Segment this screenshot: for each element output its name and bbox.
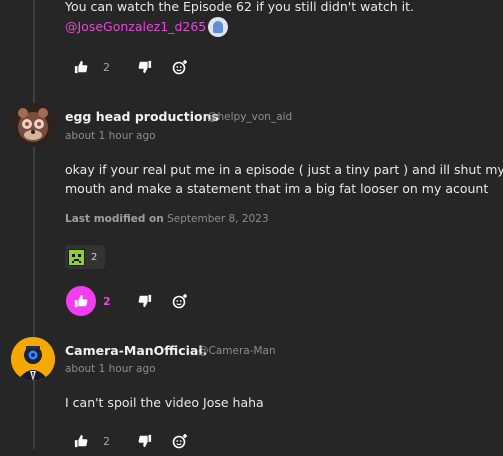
add-emoji-icon <box>172 60 187 75</box>
avatar[interactable] <box>11 103 55 147</box>
upvote-count: 2 <box>103 435 110 448</box>
comment-handle[interactable]: @helpy_von_aid <box>207 111 292 123</box>
user-mention[interactable]: @JoseGonzalez1_d265 <box>65 19 206 34</box>
thread-line <box>33 0 35 449</box>
comment-timestamp: about 1 hour ago <box>65 130 156 142</box>
ghost-emoji-icon <box>208 17 228 37</box>
upvote-button[interactable] <box>66 52 96 82</box>
thumbs-down-icon <box>138 434 152 448</box>
add-reaction-button[interactable] <box>165 52 195 82</box>
comment-author[interactable]: Camera-ManOfficial. <box>65 343 207 358</box>
downvote-button[interactable] <box>130 286 160 316</box>
thumbs-up-icon <box>74 60 88 74</box>
upvote-button[interactable] <box>66 286 96 316</box>
avatar-image <box>11 337 55 381</box>
add-reaction-button[interactable] <box>165 286 195 316</box>
add-emoji-icon <box>172 434 187 449</box>
last-modified: Last modified on September 8, 2023 <box>65 213 269 225</box>
upvote-count: 2 <box>103 61 110 74</box>
upvote-button[interactable] <box>66 426 96 456</box>
add-emoji-icon <box>172 294 187 309</box>
upvote-count: 2 <box>103 295 111 308</box>
thumbs-up-icon <box>74 434 88 448</box>
comment-handle[interactable]: @Camera-Man <box>198 345 276 357</box>
thumbs-down-icon <box>138 60 152 74</box>
comment-text-line: okay if your real put me in a episode ( … <box>65 162 503 177</box>
thumbs-down-icon <box>138 294 152 308</box>
reaction-count: 2 <box>91 251 98 263</box>
avatar-image <box>11 103 55 147</box>
comment-author[interactable]: egg head productions <box>65 109 219 124</box>
downvote-button[interactable] <box>130 52 160 82</box>
comment-text-line: mouth and make a statement that im a big… <box>65 181 489 196</box>
comment-text: You can watch the Episode 62 if you stil… <box>65 0 414 14</box>
last-modified-date: September 8, 2023 <box>167 213 269 225</box>
reaction-chip[interactable]: 2 <box>65 245 105 269</box>
add-reaction-button[interactable] <box>165 426 195 456</box>
pixel-face-emoji-icon <box>68 248 85 266</box>
comment-timestamp: about 1 hour ago <box>65 363 156 375</box>
downvote-button[interactable] <box>130 426 160 456</box>
last-modified-label: Last modified on <box>65 213 164 225</box>
avatar[interactable] <box>11 337 55 381</box>
comment-text-line: I can't spoil the video Jose haha <box>65 395 264 410</box>
thumbs-up-icon <box>74 294 88 308</box>
